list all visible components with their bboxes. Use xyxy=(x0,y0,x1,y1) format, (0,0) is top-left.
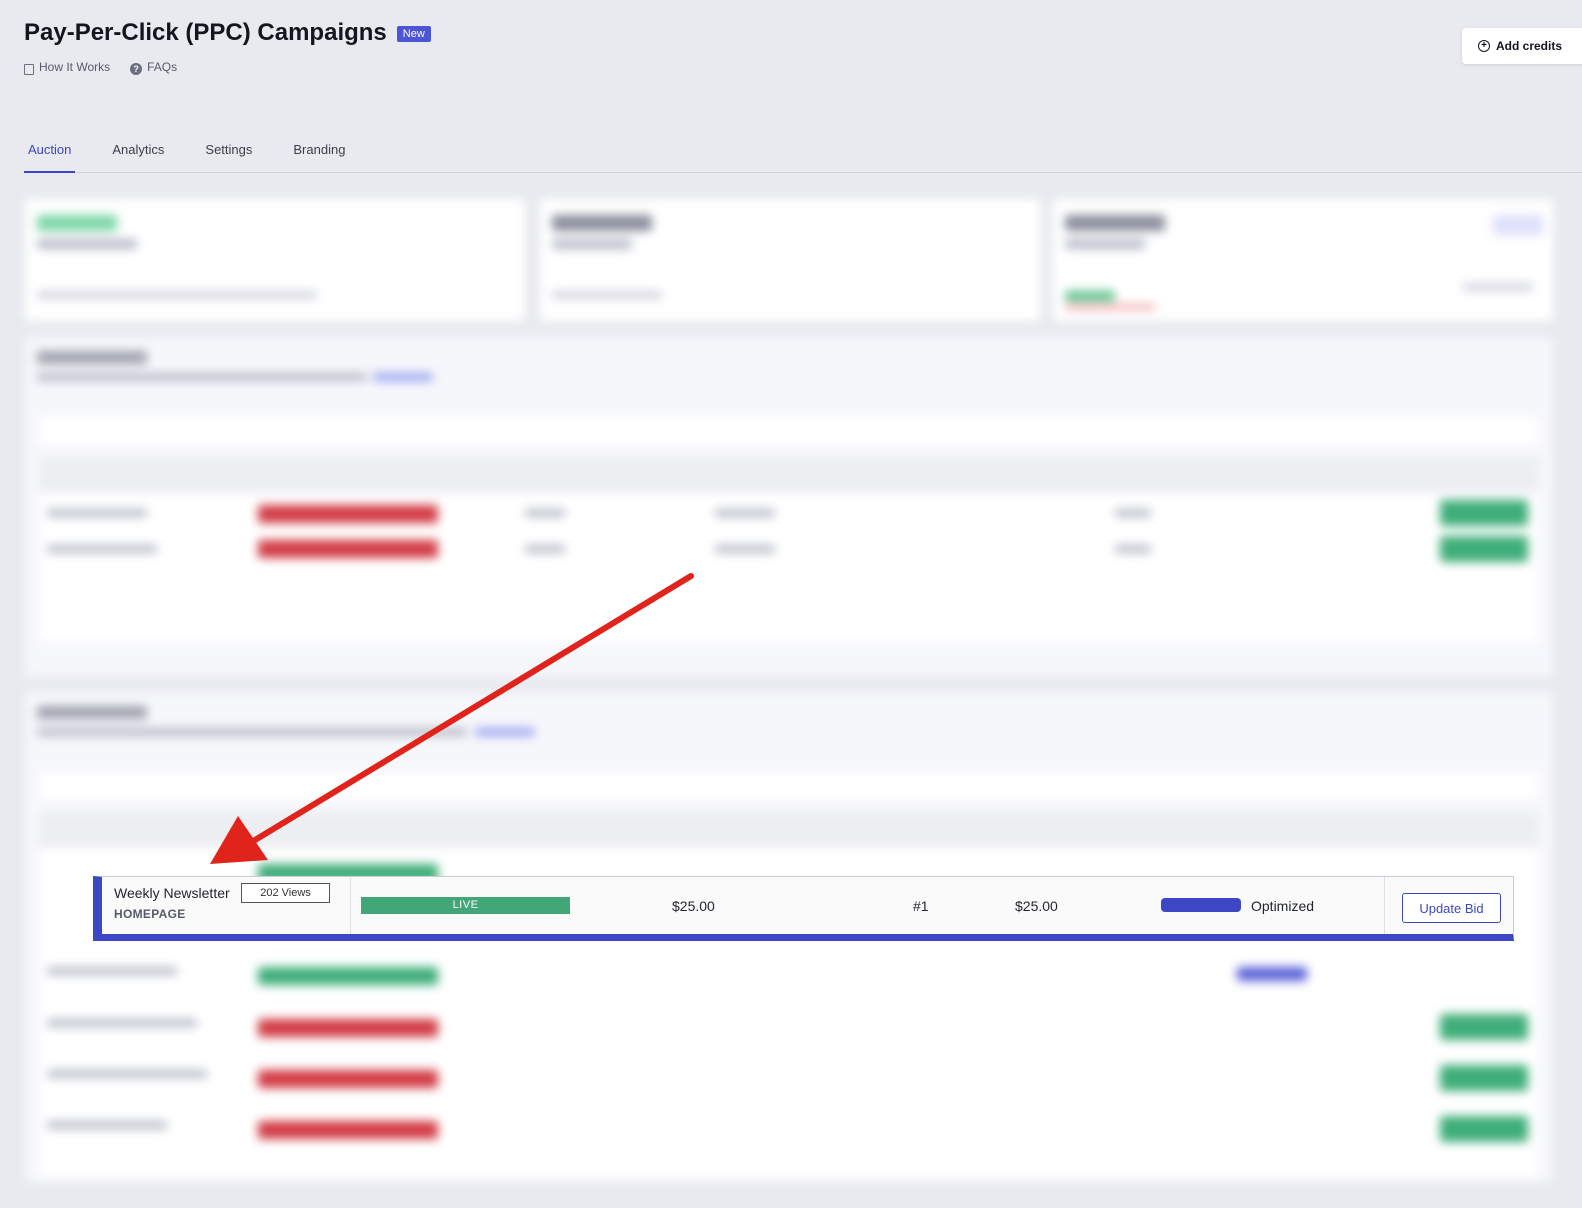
arrow-shaft xyxy=(252,573,694,843)
red-arrow xyxy=(210,573,694,864)
